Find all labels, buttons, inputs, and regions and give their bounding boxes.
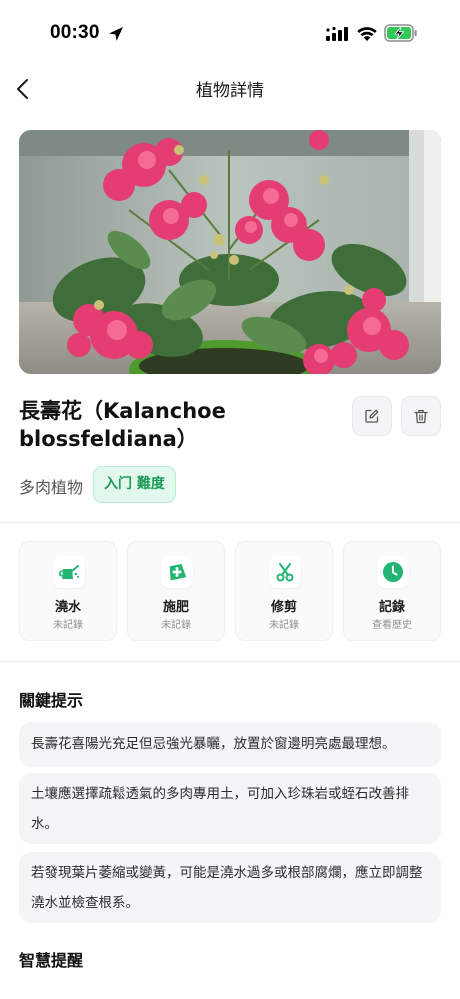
plant-category: 多肉植物: [19, 478, 84, 497]
page-title: 植物詳情: [196, 81, 264, 101]
trash-icon: [414, 409, 428, 423]
action-label: 記錄: [378, 600, 405, 615]
fertilize-action[interactable]: 施肥 未記錄: [127, 541, 225, 641]
action-status: 未記錄: [53, 620, 83, 631]
smart-reminder-title: 智慧提醒: [19, 951, 84, 970]
divider: [0, 522, 460, 523]
action-status: 查看歷史: [372, 620, 412, 631]
status-bar: 00:30: [0, 0, 460, 68]
tip-card: 土壤應選擇疏鬆透氣的多肉專用土，可加入珍珠岩或蛭石改善排水。: [19, 773, 441, 844]
history-action[interactable]: 記錄 查看歷史: [343, 541, 441, 641]
watering-can-icon: [59, 565, 79, 579]
delete-button[interactable]: [401, 396, 441, 436]
divider: [0, 661, 460, 662]
wifi-icon: [357, 27, 377, 41]
action-status: 未記錄: [161, 620, 191, 631]
plant-photo: [19, 130, 441, 374]
battery-charging-icon: [384, 24, 417, 42]
action-label: 修剪: [270, 600, 297, 615]
status-time: 00:30: [50, 22, 100, 43]
fertilizer-bag-icon: [169, 563, 187, 581]
nav-bar: 植物詳情: [0, 68, 460, 110]
key-tips-title: 關鍵提示: [19, 691, 84, 710]
edit-button[interactable]: [352, 396, 392, 436]
action-status: 未記錄: [269, 620, 299, 631]
scissors-icon: [276, 563, 294, 582]
edit-icon: [365, 409, 379, 423]
action-label: 施肥: [162, 600, 189, 615]
plant-name: 長壽花（Kalanchoe blossfeldiana）: [19, 399, 226, 451]
tip-card: 若發現葉片萎縮或變黃，可能是澆水過多或根部腐爛，應立即調整澆水並檢查根系。: [19, 852, 441, 923]
water-action[interactable]: 澆水 未記錄: [19, 541, 117, 641]
difficulty-badge: 入门 難度: [93, 466, 176, 503]
location-arrow-icon: [109, 27, 123, 41]
clock-icon: [383, 562, 403, 582]
cellular-signal-icon: [326, 27, 348, 41]
action-label: 澆水: [54, 600, 81, 615]
tip-card: 長壽花喜陽光充足但忌強光暴曬，放置於窗邊明亮處最理想。: [19, 722, 441, 767]
prune-action[interactable]: 修剪 未記錄: [235, 541, 333, 641]
